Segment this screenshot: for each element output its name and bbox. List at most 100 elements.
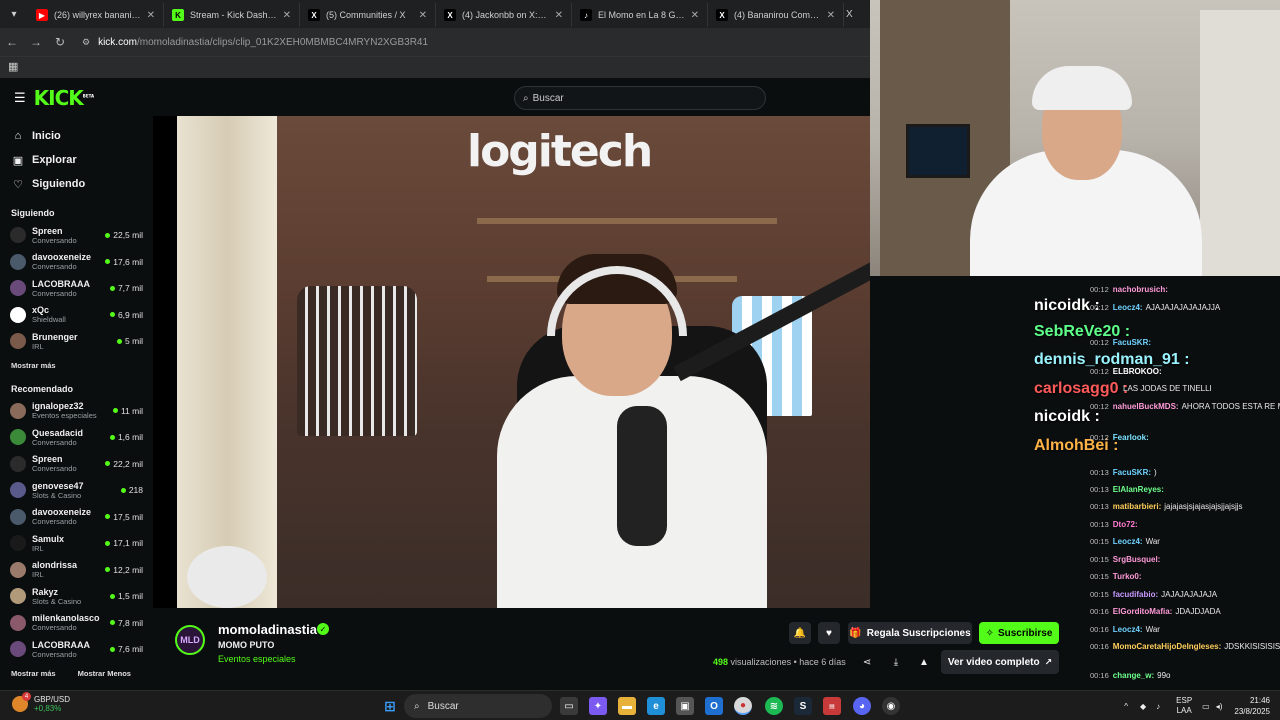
close-tab-icon[interactable]: ✕ (419, 10, 427, 21)
taskbar-search[interactable]: ⌕ Buscar (404, 694, 552, 718)
chat-username[interactable]: nahuelBuckMDS: (1113, 402, 1179, 411)
windows-start-icon[interactable]: ⊞ (381, 697, 399, 715)
browser-tab[interactable]: X (5) Communities / X ✕ (300, 3, 436, 27)
chevron-up-icon[interactable]: ^ (1124, 702, 1128, 711)
search-input[interactable]: ⌕ Buscar (514, 86, 766, 110)
security-icon[interactable]: ◆ (1140, 702, 1146, 711)
browser-tab[interactable]: ♪ El Momo en La 8 Gero y L ✕ (572, 3, 708, 27)
close-tab-icon[interactable]: ✕ (147, 10, 155, 21)
microphone-icon[interactable]: ♪ (1156, 702, 1160, 711)
gift-subs-button[interactable]: 🎁 Regala Suscripciones (848, 622, 972, 644)
site-info-icon[interactable]: ⚙ (82, 37, 90, 48)
chrome-icon[interactable]: ● (734, 697, 752, 715)
channel-item[interactable]: milenkanolasco Conversando 7,8 mil (0, 610, 153, 637)
avatar (10, 253, 26, 270)
show-more-recommended[interactable]: Mostrar más (0, 669, 56, 678)
chat-username[interactable]: FacuSKR: (1113, 468, 1151, 477)
nav-item-inicio[interactable]: ⌂ Inicio (0, 124, 153, 148)
tab-overflow-icon[interactable]: X (846, 9, 853, 20)
discord-icon[interactable]: ◕ (853, 697, 871, 715)
microphone (617, 406, 667, 546)
channel-item[interactable]: davooxeneize Conversando 17,5 mil (0, 504, 153, 531)
close-tab-icon[interactable]: ✕ (555, 10, 563, 21)
kick-logo[interactable]: KICKBETA (34, 86, 94, 110)
chat-username[interactable]: MomoCaretaHijoDeIngleses: (1113, 642, 1221, 651)
channel-item[interactable]: davooxeneize Conversando 17,6 mil (0, 249, 153, 276)
language-indicator[interactable]: ESP LAA (1176, 696, 1192, 716)
chat-username[interactable]: Leocz4: (1113, 303, 1143, 312)
chat-username[interactable]: Leocz4: (1113, 537, 1143, 546)
network-icon[interactable]: ▭ (1202, 702, 1210, 711)
nav-item-siguiendo[interactable]: ♡ Siguiendo (0, 172, 153, 196)
steam-icon[interactable]: S (794, 697, 812, 715)
browser-tab[interactable]: X (4) Jackonbb on X: "QUE C ✕ (436, 3, 572, 27)
back-button[interactable]: ← (0, 30, 24, 54)
notification-button[interactable]: 🔔 (789, 622, 811, 644)
show-less-button[interactable]: Mostrar Menos (78, 669, 131, 678)
close-tab-icon[interactable]: ✕ (283, 10, 291, 21)
app-icon[interactable]: ▤ (823, 697, 841, 715)
channel-item[interactable]: Spreen Conversando 22,2 mil (0, 451, 153, 478)
video-frame[interactable]: logitech (177, 116, 870, 608)
outlook-icon[interactable]: O (705, 697, 723, 715)
chat-username[interactable]: matibarbieri: (1113, 502, 1161, 511)
obs-icon[interactable]: ◉ (882, 697, 900, 715)
channel-item[interactable]: LACOBRAAA Conversando 7,6 mil (0, 636, 153, 663)
close-tab-icon[interactable]: ✕ (691, 10, 699, 21)
chat-username[interactable]: facudifabio: (1113, 590, 1158, 599)
url-field[interactable]: ⚙ kick.com/momoladinastia/clips/clip_01K… (82, 37, 428, 48)
clip-category[interactable]: Eventos especiales (218, 654, 296, 664)
follow-button[interactable]: ♥ (818, 622, 840, 644)
close-tab-icon[interactable]: ✕ (827, 10, 835, 21)
chat-username[interactable]: FacuSKR: (1113, 338, 1151, 347)
chat-time: 00:16 (1090, 625, 1109, 634)
hamburger-menu-icon[interactable]: ☰ (14, 90, 26, 106)
subscribe-button[interactable]: ✧ Suscribirse (979, 622, 1059, 644)
volume-icon[interactable]: ◂) (1216, 702, 1223, 711)
chat-username[interactable]: ElAlanReyes: (1113, 485, 1164, 494)
task-view-icon[interactable]: ▭ (560, 697, 578, 715)
chat-username[interactable]: ElGorditoMafia: (1113, 607, 1173, 616)
view-full-video-button[interactable]: Ver video completo ↗ (941, 650, 1059, 674)
file-explorer-icon[interactable]: ▬ (618, 697, 636, 715)
chat-username[interactable]: Turko0: (1113, 572, 1142, 581)
channel-item[interactable]: ignalopez32 Eventos especiales 11 mil (0, 398, 153, 425)
channel-item[interactable]: Quesadacid Conversando 1,6 mil (0, 424, 153, 451)
channel-item[interactable]: LACOBRAAA Conversando 7,7 mil (0, 275, 153, 302)
chat-username[interactable]: nachobrusich: (1113, 285, 1168, 294)
nav-item-explorar[interactable]: ▣ Explorar (0, 148, 153, 172)
chat-username[interactable]: ELBROKOO: (1113, 367, 1162, 376)
channel-item[interactable]: Rakyz Slots & Casino 1,5 mil (0, 583, 153, 610)
channel-item[interactable]: Brunenger IRL 5 mil (0, 328, 153, 355)
channel-item[interactable]: Samulx IRL 17,1 mil (0, 530, 153, 557)
store-icon[interactable]: ▣ (676, 697, 694, 715)
show-more-following[interactable]: Mostrar más (0, 361, 153, 370)
channel-item[interactable]: Spreen Conversando 22,5 mil (0, 222, 153, 249)
chat-username[interactable]: SrgBusquel: (1113, 555, 1161, 564)
apps-grid-icon[interactable]: ▦ (8, 60, 18, 73)
channel-avatar[interactable]: MLD (175, 625, 205, 655)
channel-name[interactable]: momoladinastia (218, 622, 317, 637)
forward-button[interactable]: → (24, 30, 48, 54)
channel-item[interactable]: alondrissa IRL 12,2 mil (0, 557, 153, 584)
channel-item[interactable]: xQc Shieldwall 6,9 mil (0, 302, 153, 329)
browser-tab[interactable]: ▶ (26) willyrex bananirou - Y ✕ (28, 3, 164, 27)
chat-username[interactable]: Fearlook: (1113, 433, 1149, 442)
tab-search-button[interactable]: ▾ (0, 0, 28, 28)
browser-tab[interactable]: K Stream - Kick Dashboard ✕ (164, 3, 300, 27)
reload-button[interactable]: ↻ (48, 30, 72, 54)
ticker-widget[interactable]: 4 GBP/USD +0,83% (12, 692, 70, 713)
clock[interactable]: 21:46 23/8/2025 (1234, 695, 1270, 717)
channel-item[interactable]: genovese47 Slots & Casino 218 (0, 477, 153, 504)
copilot-icon[interactable]: ✦ (589, 697, 607, 715)
edge-icon[interactable]: e (647, 697, 665, 715)
download-button[interactable]: ⤓ (888, 654, 904, 670)
video-player[interactable]: logitech (153, 116, 870, 608)
spotify-icon[interactable]: ≋ (765, 697, 783, 715)
chat-username[interactable]: Dto72: (1113, 520, 1138, 529)
browser-tab[interactable]: X (4) Bananirou Community ✕ (708, 3, 844, 27)
chat-username[interactable]: Leocz4: (1113, 625, 1143, 634)
share-button[interactable]: ⋖ (859, 654, 875, 670)
report-button[interactable]: ▲ (916, 654, 932, 670)
chat-username[interactable]: change_w: (1113, 671, 1154, 680)
